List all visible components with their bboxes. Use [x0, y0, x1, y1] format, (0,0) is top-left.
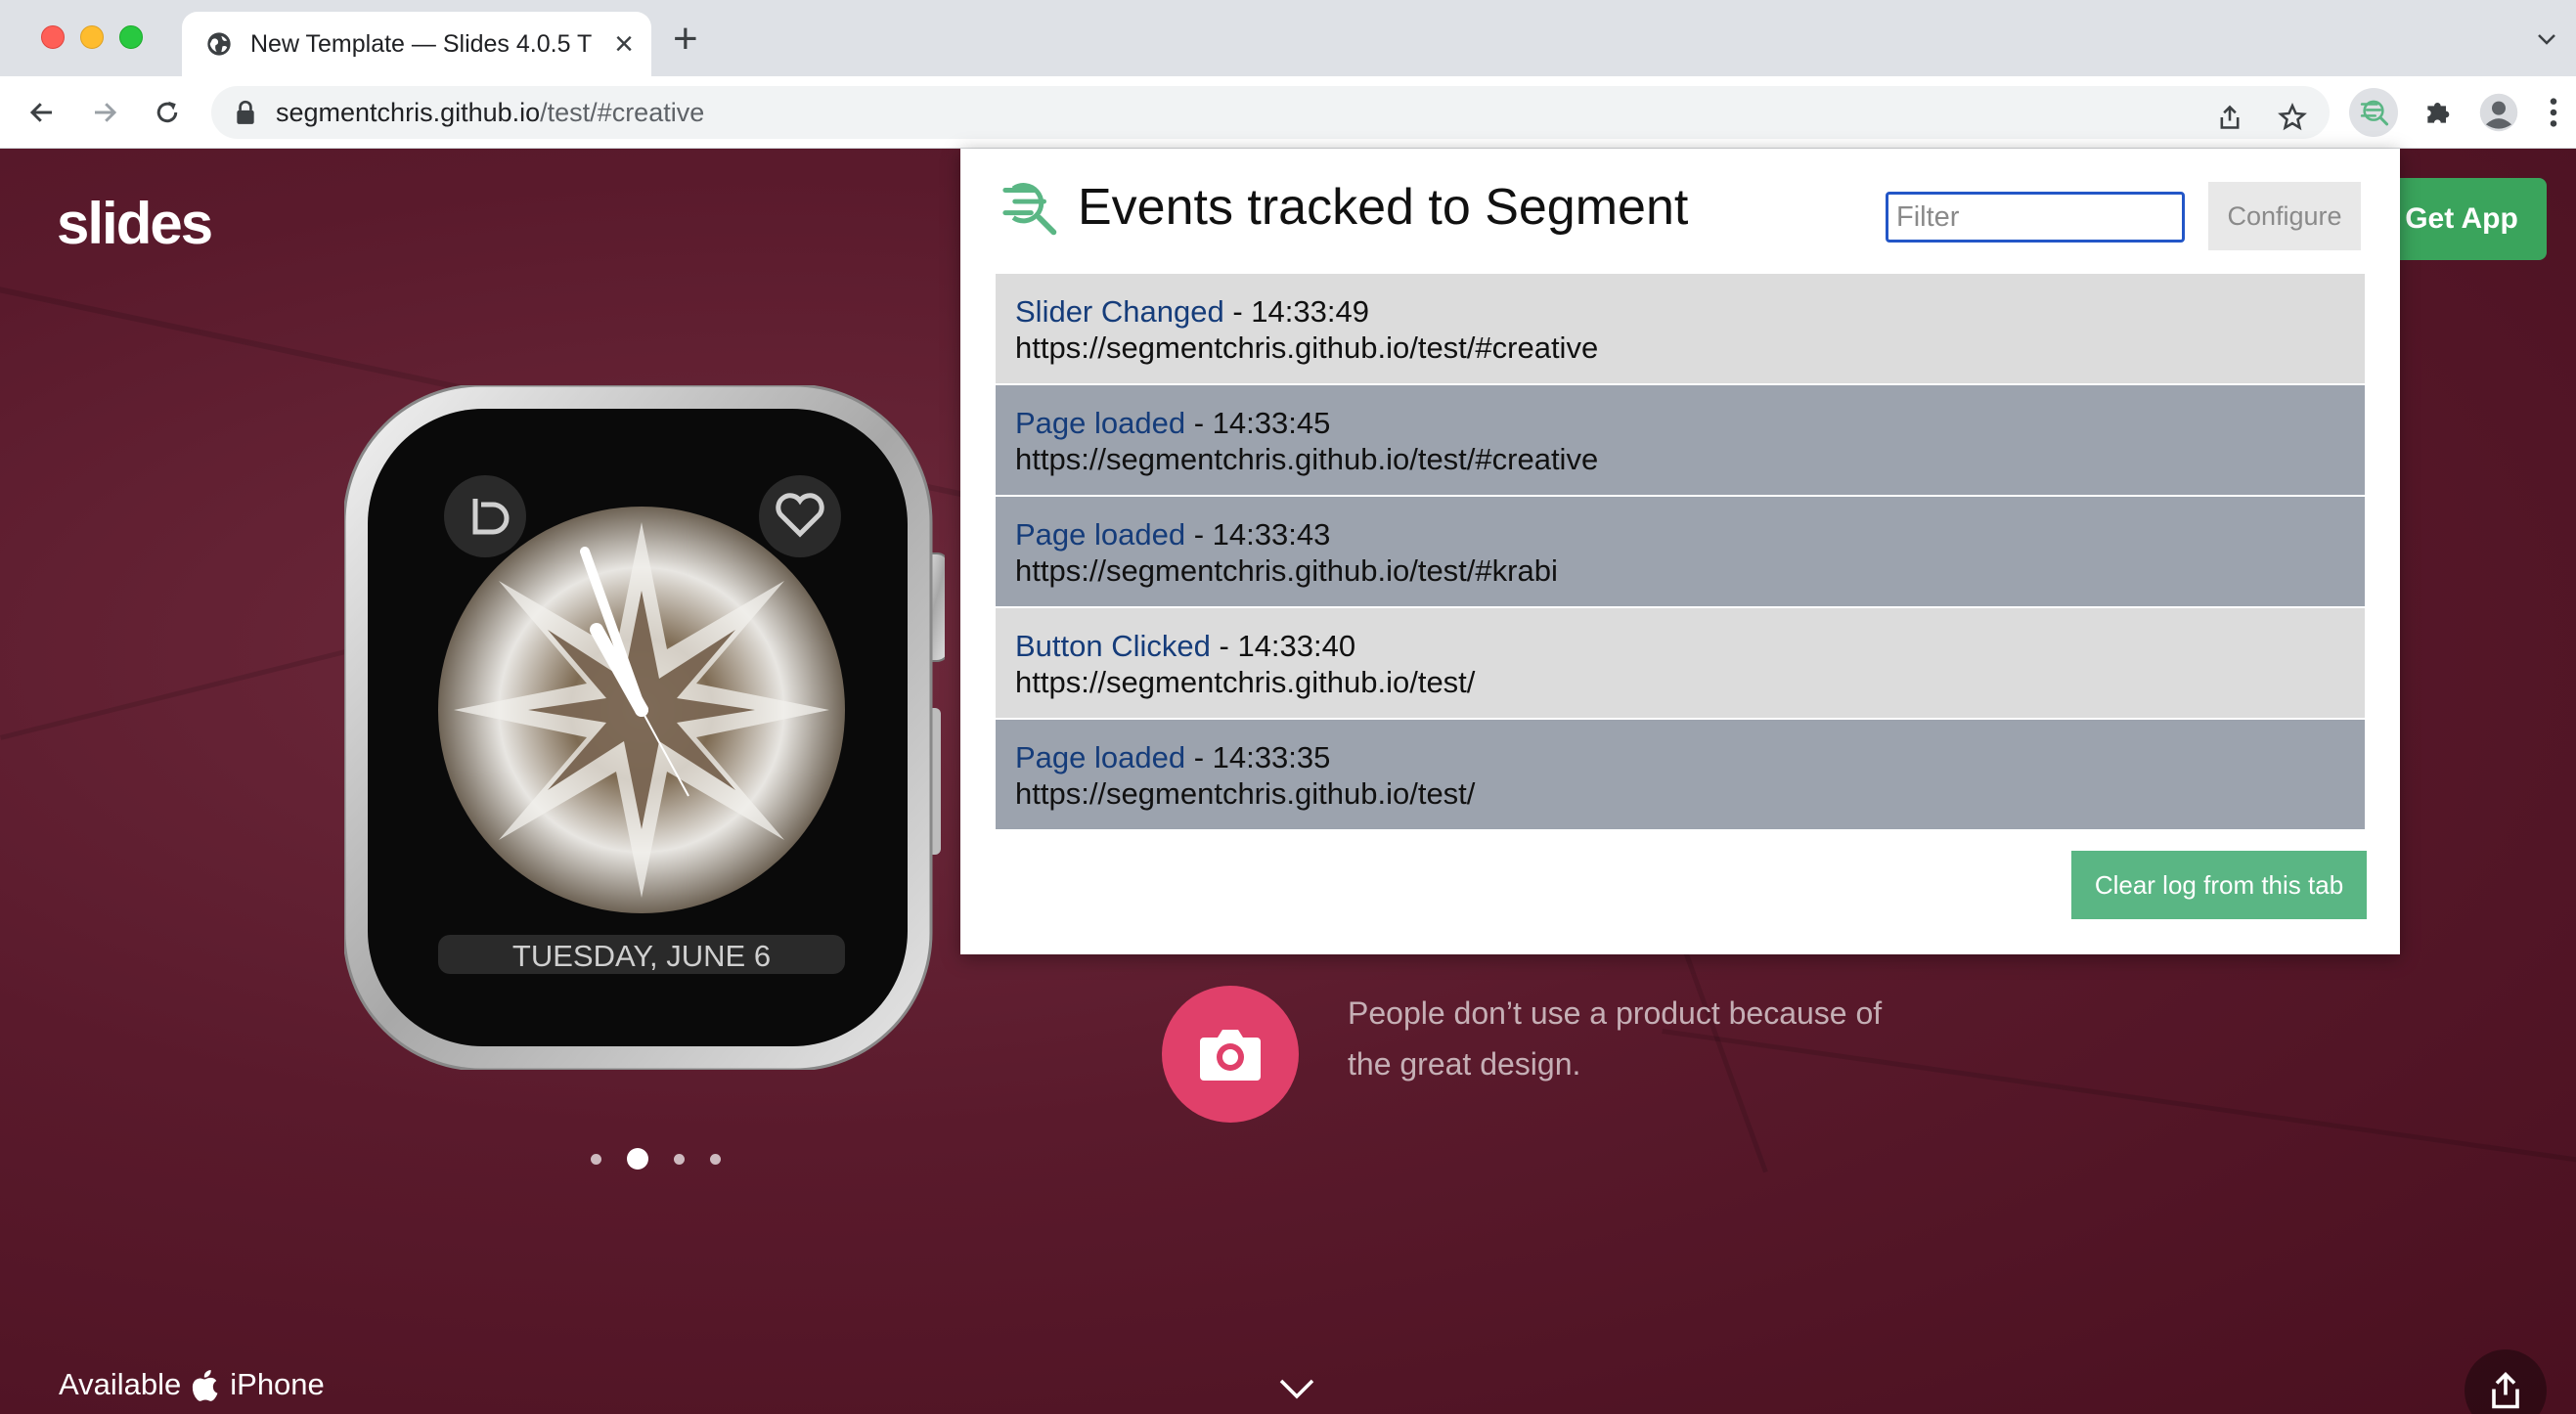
apple-icon	[193, 1370, 218, 1401]
available-prefix: Available	[59, 1367, 182, 1401]
new-tab-button[interactable]: +	[673, 18, 698, 61]
event-row[interactable]: Button Clicked - 14:33:40 https://segment…	[996, 608, 2365, 718]
back-icon[interactable]	[22, 92, 63, 133]
window-close-button[interactable]	[41, 25, 65, 49]
clear-log-button[interactable]: Clear log from this tab	[2071, 851, 2367, 919]
event-header: Page loaded - 14:33:45	[1015, 405, 2345, 441]
event-separator: -	[1185, 517, 1213, 552]
address-bar[interactable]: segmentchris.github.io/test/#creative	[211, 86, 2330, 139]
browser-tab-active[interactable]: New Template — Slides 4.0.5 T ×	[182, 12, 651, 76]
event-header: Slider Changed - 14:33:49	[1015, 293, 2345, 330]
event-row[interactable]: Slider Changed - 14:33:49 https://segment…	[996, 274, 2365, 383]
event-url: https://segmentchris.github.io/test/	[1015, 776, 1476, 811]
event-time: 14:33:45	[1212, 406, 1331, 440]
event-header: Button Clicked - 14:33:40	[1015, 628, 2345, 664]
watch-date: TUESDAY, JUNE 6	[512, 939, 771, 973]
share-icon	[2492, 1371, 2519, 1409]
kebab-menu-icon[interactable]	[2539, 88, 2568, 137]
configure-button[interactable]: Configure	[2208, 182, 2361, 250]
event-time: 14:33:35	[1212, 740, 1331, 774]
profile-icon[interactable]	[2474, 88, 2523, 137]
tab-strip: New Template — Slides 4.0.5 T × +	[0, 0, 2576, 76]
slider-dot[interactable]	[674, 1153, 685, 1165]
slider-dots	[591, 1148, 721, 1170]
event-separator: -	[1185, 740, 1213, 774]
event-time: 14:33:49	[1251, 294, 1369, 329]
tab-title: New Template — Slides 4.0.5 T	[250, 29, 593, 58]
feature-description: People don’t use a product because of th…	[1348, 995, 1883, 1082]
globe-icon	[207, 32, 231, 56]
event-row[interactable]: Page loaded - 14:33:35 https://segmentchr…	[996, 720, 2365, 829]
event-name[interactable]: Page loaded	[1015, 517, 1185, 552]
close-icon[interactable]: ×	[614, 27, 634, 61]
event-url: https://segmentchris.github.io/test/#kra…	[1015, 553, 1558, 588]
slider-dot[interactable]	[710, 1153, 721, 1165]
share-icon[interactable]	[2210, 98, 2249, 137]
event-time: 14:33:43	[1212, 517, 1331, 552]
star-icon[interactable]	[2273, 98, 2312, 137]
get-app-button[interactable]: Get App	[2376, 178, 2547, 260]
watch-image: TUESDAY, JUNE 6	[344, 385, 945, 1070]
puzzle-icon[interactable]	[2414, 88, 2463, 137]
window-minimize-button[interactable]	[80, 25, 104, 49]
event-row[interactable]: Page loaded - 14:33:45 https://segmentchr…	[996, 385, 2365, 495]
url-path: /test/#creative	[540, 97, 705, 127]
segment-logo-icon	[1002, 183, 1057, 236]
slider-dot[interactable]	[591, 1153, 601, 1165]
feature-camera-badge	[1162, 986, 1299, 1123]
event-row[interactable]: Page loaded - 14:33:43 https://segmentchr…	[996, 497, 2365, 606]
event-header: Page loaded - 14:33:43	[1015, 516, 2345, 552]
event-url: https://segmentchris.github.io/test/	[1015, 665, 1476, 699]
url-host: segmentchris.github.io	[276, 97, 541, 127]
camera-icon	[1200, 1030, 1261, 1081]
reload-icon[interactable]	[147, 92, 188, 133]
slider-dot[interactable]	[627, 1148, 648, 1170]
event-url: https://segmentchris.github.io/test/#cre…	[1015, 331, 1599, 365]
chevron-down-icon[interactable]	[2535, 27, 2558, 51]
event-list: Slider Changed - 14:33:49 https://segment…	[996, 274, 2365, 831]
event-name[interactable]: Button Clicked	[1015, 629, 1211, 663]
event-name[interactable]: Page loaded	[1015, 406, 1185, 440]
event-url: https://segmentchris.github.io/test/#cre…	[1015, 442, 1599, 476]
available-platform: iPhone	[230, 1367, 325, 1401]
event-separator: -	[1185, 406, 1213, 440]
filter-input[interactable]	[1886, 192, 2185, 243]
window-maximize-button[interactable]	[119, 25, 143, 49]
chevron-down-icon[interactable]	[1277, 1377, 1316, 1402]
availability-note: Available iPhone	[59, 1367, 325, 1402]
brand-logo[interactable]: slides	[57, 190, 213, 257]
popup-title: Events tracked to Segment	[1078, 179, 1689, 236]
segment-extension-icon[interactable]	[2349, 88, 2398, 137]
forward-icon[interactable]	[84, 92, 125, 133]
lock-icon	[237, 100, 254, 124]
event-name[interactable]: Page loaded	[1015, 740, 1185, 774]
event-time: 14:33:40	[1237, 629, 1356, 663]
segment-event-popup: Events tracked to Segment Configure Slid…	[960, 149, 2400, 954]
share-button[interactable]	[2465, 1349, 2547, 1414]
event-header: Page loaded - 14:33:35	[1015, 739, 2345, 775]
event-name[interactable]: Slider Changed	[1015, 294, 1224, 329]
event-separator: -	[1223, 294, 1252, 329]
browser-toolbar: segmentchris.github.io/test/#creative	[0, 76, 2576, 149]
event-separator: -	[1210, 629, 1238, 663]
